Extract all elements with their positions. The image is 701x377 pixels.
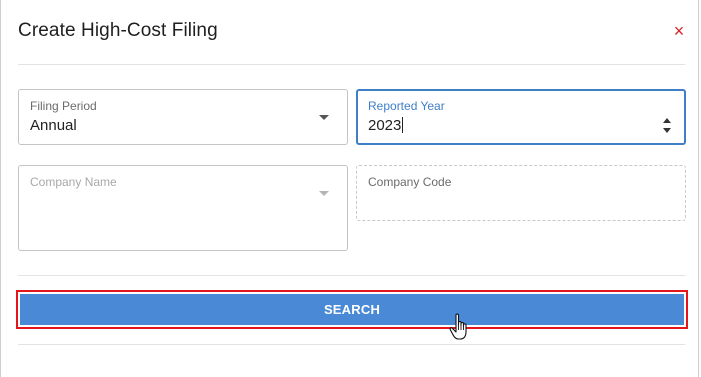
reported-year-value: 2023 [368,117,404,134]
reported-year-input[interactable]: Reported Year 2023 [356,89,686,145]
number-spinner-icon[interactable] [661,115,673,137]
spinner-up-icon[interactable] [663,118,671,123]
create-filing-dialog: Create High-Cost Filing × Filing Period … [0,0,699,377]
reported-year-text: 2023 [368,117,402,134]
footer-divider [18,344,685,345]
filing-period-label: Filing Period [30,99,97,113]
header-divider [18,64,685,65]
close-icon[interactable]: × [670,21,688,41]
actions-divider [18,275,685,276]
chevron-down-icon [319,115,329,120]
spinner-down-icon[interactable] [663,128,671,133]
hand-pointer-icon [449,313,467,340]
reported-year-label: Reported Year [368,99,445,113]
company-code-field: Company Code [356,165,686,221]
company-name-select[interactable]: Company Name [18,165,348,251]
filing-period-select[interactable]: Filing Period Annual [18,89,348,145]
search-button-highlight: SEARCH [16,290,688,329]
company-name-label: Company Name [30,175,117,189]
chevron-down-icon [319,191,329,196]
search-button[interactable]: SEARCH [20,294,684,325]
company-code-label: Company Code [368,175,452,189]
text-cursor [402,117,404,133]
dialog-title: Create High-Cost Filing [18,20,218,41]
filing-period-value: Annual [30,117,77,134]
